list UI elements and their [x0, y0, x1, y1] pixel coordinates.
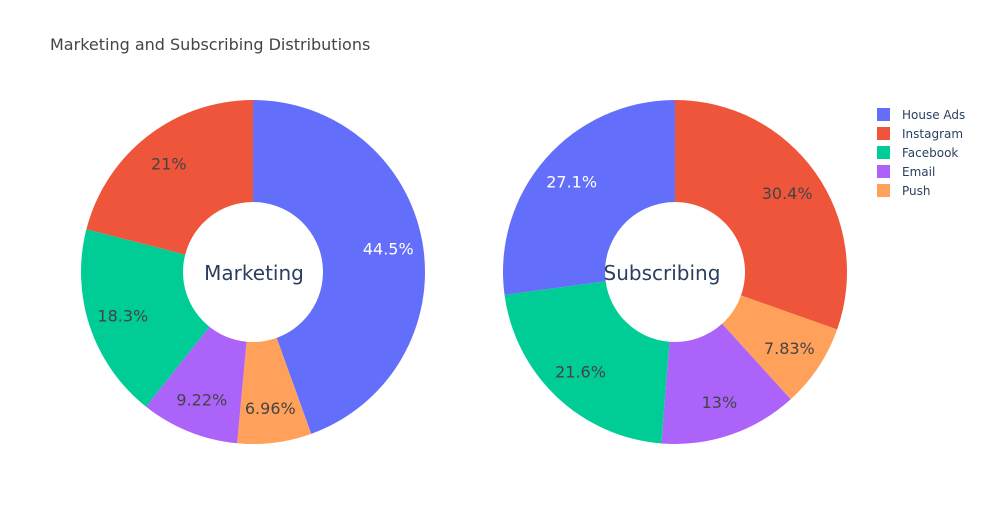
- slice-label: 21.6%: [555, 363, 606, 382]
- slice-label: 6.96%: [245, 399, 296, 418]
- slice-label: 9.22%: [176, 390, 227, 409]
- slice-label: 13%: [702, 393, 738, 412]
- slice-label: 27.1%: [546, 173, 597, 192]
- legend: House Ads Instagram Facebook Email Push: [877, 108, 965, 198]
- legend-swatch[interactable]: [877, 146, 890, 159]
- chart-title: Marketing and Subscribing Distributions: [50, 35, 370, 54]
- slice-label: 7.83%: [764, 339, 815, 358]
- chart-canvas: Marketing and Subscribing Distributions …: [50, 35, 965, 445]
- legend-swatch[interactable]: [877, 108, 890, 121]
- slice-label: 30.4%: [762, 184, 813, 203]
- legend-swatch[interactable]: [877, 184, 890, 197]
- subscribing-center-label: Subscribing: [604, 261, 721, 285]
- legend-label[interactable]: Facebook: [902, 146, 958, 160]
- legend-label[interactable]: Email: [902, 165, 935, 179]
- marketing-center-label: Marketing: [204, 261, 304, 285]
- legend-label[interactable]: Push: [902, 184, 931, 198]
- slice-instagram[interactable]: [86, 99, 253, 255]
- slice-instagram[interactable]: [675, 100, 847, 330]
- legend-swatch[interactable]: [877, 127, 890, 140]
- legend-label[interactable]: Instagram: [902, 127, 963, 141]
- slice-label: 18.3%: [97, 307, 148, 326]
- slice-label: 21%: [151, 155, 187, 174]
- legend-swatch[interactable]: [877, 165, 890, 178]
- legend-label[interactable]: House Ads: [902, 108, 965, 122]
- slice-label: 44.5%: [363, 239, 414, 258]
